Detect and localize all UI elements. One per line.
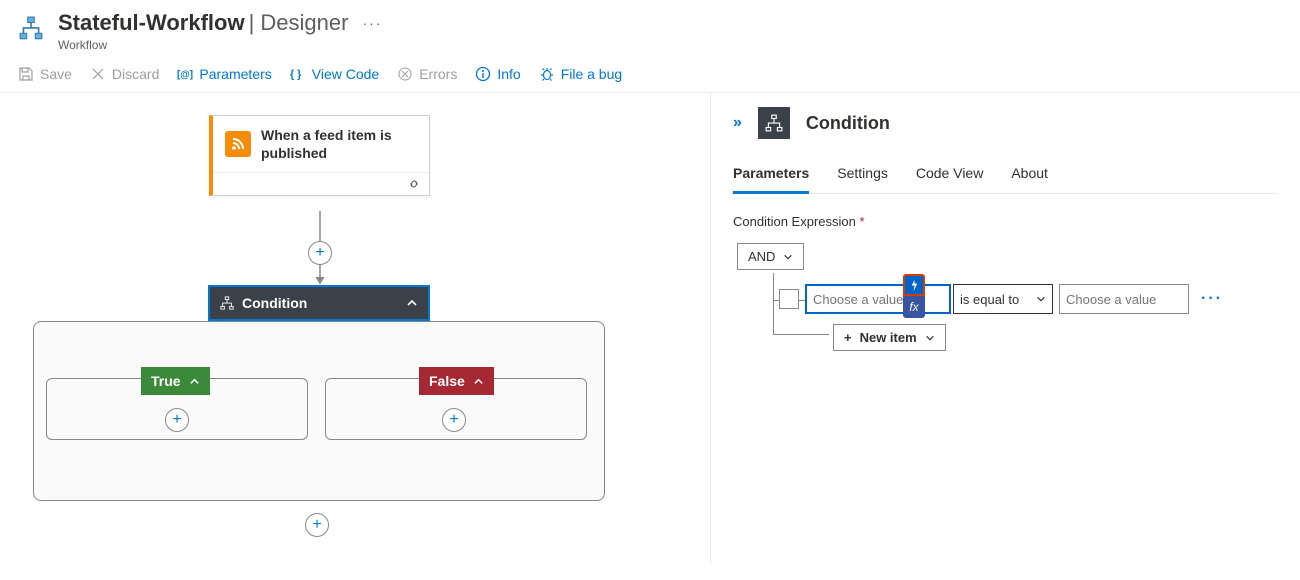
- chevron-up-icon: [406, 297, 418, 309]
- info-button[interactable]: Info: [475, 66, 520, 82]
- row-more-button[interactable]: ···: [1201, 290, 1223, 308]
- expression-button[interactable]: fx: [903, 296, 925, 318]
- row-checkbox[interactable]: [779, 289, 799, 309]
- chevron-down-icon: [783, 252, 793, 262]
- error-icon: [397, 66, 413, 82]
- close-icon: [90, 66, 106, 82]
- discard-button[interactable]: Discard: [90, 66, 159, 82]
- add-true-action-button[interactable]: +: [165, 408, 189, 432]
- tab-parameters[interactable]: Parameters: [733, 165, 809, 194]
- new-item-button[interactable]: + New item: [833, 324, 946, 351]
- panel-tabs: Parameters Settings Code View About: [733, 165, 1278, 194]
- tab-about[interactable]: About: [1011, 165, 1048, 193]
- link-icon[interactable]: [407, 177, 421, 191]
- chevron-up-icon: [189, 376, 200, 387]
- logic-app-icon: [18, 16, 44, 42]
- errors-button[interactable]: Errors: [397, 66, 457, 82]
- svg-text:{ }: { }: [290, 69, 301, 81]
- save-icon: [18, 66, 34, 82]
- parameters-button[interactable]: [@] Parameters: [177, 66, 271, 82]
- condition-icon: [220, 296, 234, 310]
- svg-text:[@]: [@]: [177, 70, 193, 81]
- condition-card[interactable]: Condition: [208, 285, 430, 321]
- file-bug-button[interactable]: File a bug: [539, 66, 622, 82]
- left-value-input[interactable]: [805, 284, 951, 314]
- designer-canvas[interactable]: When a feed item is published + Conditio…: [0, 93, 710, 563]
- true-label[interactable]: True: [141, 367, 210, 395]
- group-operator-dropdown[interactable]: AND: [737, 243, 804, 270]
- add-false-action-button[interactable]: +: [442, 408, 466, 432]
- tab-code-view[interactable]: Code View: [916, 165, 983, 193]
- trigger-card[interactable]: When a feed item is published: [209, 115, 430, 196]
- tab-settings[interactable]: Settings: [837, 165, 888, 193]
- field-label: Condition Expression *: [733, 214, 1278, 229]
- condition-builder: AND fx is equal to: [733, 243, 1278, 351]
- save-button[interactable]: Save: [18, 66, 72, 82]
- view-code-button[interactable]: { } View Code: [290, 66, 379, 82]
- panel-title: Condition: [806, 113, 890, 134]
- more-button[interactable]: ···: [362, 15, 382, 31]
- collapse-panel-button[interactable]: »: [733, 114, 742, 132]
- add-step-button[interactable]: +: [308, 241, 332, 265]
- right-value-input[interactable]: [1059, 284, 1189, 314]
- chevron-down-icon: [1036, 294, 1046, 304]
- dynamic-content-button[interactable]: [903, 274, 925, 296]
- page-title: Stateful-Workflow | Designer ···: [58, 10, 382, 36]
- false-label[interactable]: False: [419, 367, 494, 395]
- rss-icon: [225, 131, 251, 157]
- chevron-down-icon: [925, 333, 935, 343]
- properties-panel: » Condition Parameters Settings Code Vie…: [710, 93, 1300, 563]
- page-header: Stateful-Workflow | Designer ··· Workflo…: [0, 0, 1300, 58]
- condition-icon: [758, 107, 790, 139]
- condition-label: Condition: [242, 295, 307, 311]
- braces-icon: { }: [290, 66, 306, 82]
- toolbar: Save Discard [@] Parameters { } View Cod…: [0, 58, 1300, 93]
- page-subtitle: Workflow: [58, 38, 382, 52]
- info-icon: [475, 66, 491, 82]
- parameters-icon: [@]: [177, 66, 193, 82]
- bug-icon: [539, 66, 555, 82]
- operator-dropdown[interactable]: is equal to: [953, 284, 1053, 314]
- trigger-label: When a feed item is published: [261, 126, 417, 162]
- chevron-up-icon: [473, 376, 484, 387]
- plus-icon: +: [844, 330, 852, 345]
- add-step-after-button[interactable]: +: [305, 513, 329, 537]
